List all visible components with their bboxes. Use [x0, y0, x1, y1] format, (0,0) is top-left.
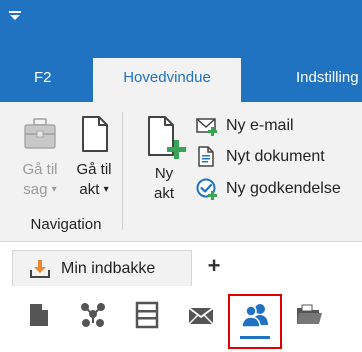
mail-view-button[interactable] [186, 300, 216, 330]
archive-view-button[interactable] [132, 300, 162, 330]
selected-view-highlight [228, 294, 282, 349]
new-email-label: Ny e-mail [226, 117, 294, 134]
add-tab-button[interactable]: + [202, 254, 226, 278]
dropdown-caret-icon: ▾ [51, 184, 57, 196]
approval-icon [196, 178, 217, 200]
document-icon [30, 304, 48, 326]
new-file-icon [198, 146, 214, 167]
tab-my-inbox[interactable]: Min indbakke [12, 250, 192, 286]
go-to-act-line1: Gå til [76, 161, 112, 178]
ribbon-tabs: F2 Hovedvindue Indstilling [0, 58, 362, 104]
tab-indstillinger[interactable]: Indstilling [296, 58, 359, 102]
new-document-label: Nyt dokument [226, 148, 325, 165]
briefcase-icon [24, 118, 56, 149]
folder-icon [297, 304, 322, 324]
inbox-tray-icon [30, 259, 50, 278]
new-email-button[interactable]: Ny e-mail [196, 114, 294, 138]
tab-hovedvindue[interactable]: Hovedvindue [93, 58, 241, 104]
go-to-act-button[interactable]: Gå til akt ▾ [68, 114, 120, 200]
new-act-line1: Ny [154, 165, 174, 182]
envelope-plus-icon [196, 118, 217, 136]
org-chart-icon [81, 303, 105, 327]
tab-f2[interactable]: F2 [34, 58, 52, 102]
document-tabs: Min indbakke + [0, 242, 362, 286]
organization-view-button[interactable] [78, 300, 108, 330]
go-to-case-line2: sag [23, 181, 48, 198]
selected-view-indicator [240, 336, 270, 339]
new-document-icon [148, 116, 186, 159]
documents-view-button[interactable] [24, 300, 54, 330]
mail-icon [188, 307, 214, 325]
title-bar: F2 Hovedvindue Indstilling [0, 0, 362, 104]
document-icon [82, 116, 108, 152]
go-to-case-button[interactable]: Gå til sag ▾ [14, 114, 66, 200]
go-to-act-line2: akt [79, 181, 100, 198]
chevron-down-icon[interactable] [8, 10, 22, 22]
archive-cabinet-icon [135, 301, 159, 329]
new-act-button[interactable]: Ny akt [138, 114, 190, 204]
new-document-button[interactable]: Nyt dokument [196, 145, 325, 169]
dropdown-caret-icon: ▾ [103, 184, 109, 196]
tab-my-inbox-label: Min indbakke [61, 259, 156, 277]
view-icon-bar [0, 286, 362, 352]
ribbon: Gå til sag ▾ Gå til akt ▾ Navigation Ny … [0, 102, 362, 242]
new-act-line2: akt [153, 185, 174, 202]
files-view-button[interactable] [294, 300, 324, 330]
new-approval-label: Ny godkendelse [226, 180, 341, 197]
go-to-case-line1: Gå til [22, 161, 58, 178]
new-approval-button[interactable]: Ny godkendelse [196, 177, 341, 201]
navigation-group-label: Navigation [30, 216, 102, 233]
group-divider [122, 112, 123, 230]
